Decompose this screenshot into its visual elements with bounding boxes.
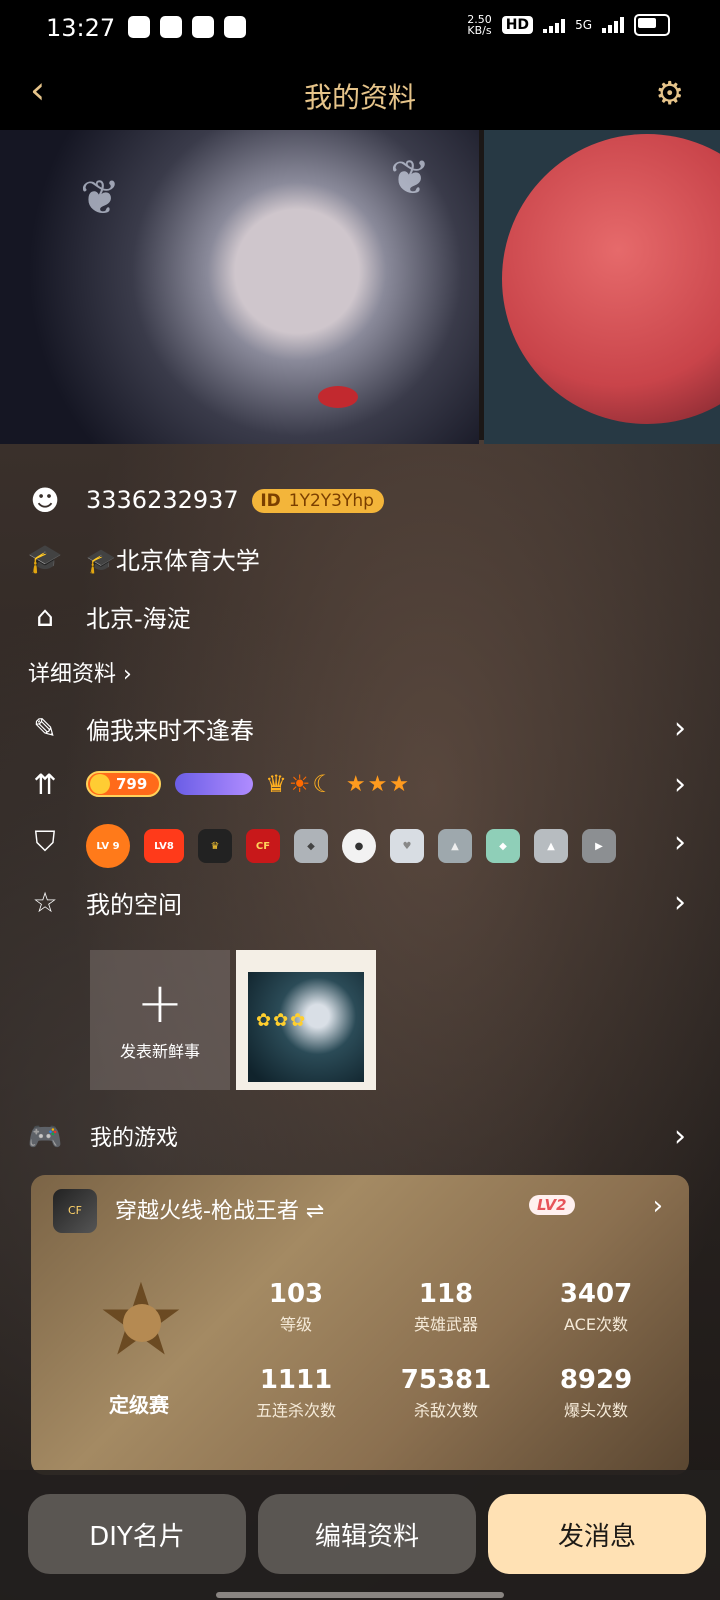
school-name: 北京体育大学 (115, 546, 260, 575)
signal-icon-2 (602, 17, 624, 33)
moon-image (502, 134, 720, 424)
bottom-action-bar: DIY名片 编辑资料 发消息 (0, 1470, 720, 1600)
location-text: 北京-海淀 (86, 604, 191, 633)
game-card[interactable]: CF 穿越火线-枪战王者 ⇌ LV2 › ★ 定级赛 103 等级 118 英雄… (31, 1175, 689, 1475)
location-row: ⌂ 北京-海淀 (0, 590, 720, 642)
svip-badge (175, 773, 254, 795)
mountain-badge-2: ▲ (534, 829, 568, 863)
diy-card-button[interactable]: DIY名片 (28, 1494, 246, 1574)
profile-photo-2[interactable] (484, 130, 720, 444)
browser-icon (192, 16, 214, 38)
chevron-right-icon: › (674, 766, 686, 802)
page-title: 我的资料 (303, 81, 416, 114)
space-label: 我的空间 (86, 890, 182, 919)
qq-number: 3336232937 (86, 486, 239, 514)
rank-label: 定级赛 (109, 1393, 169, 1417)
verified-school-icon: 🎓 (86, 546, 116, 575)
top-nav: ‹ 我的资料 ⚙ (0, 56, 720, 130)
chevron-right-icon: › (674, 884, 686, 920)
wechat-icon (128, 16, 150, 38)
space-row[interactable]: ☆ 我的空间 › (0, 876, 720, 928)
qq-number-row: ☻ 3336232937 ID 1Y2Y3Yhp (0, 474, 720, 526)
stat-item: 8929 爆头次数 (559, 1365, 633, 1420)
chevron-right-icon: › (674, 824, 686, 860)
signal-icon (543, 17, 566, 33)
id-badge[interactable]: ID 1Y2Y3Yhp (252, 489, 384, 513)
games-label: 我的游戏 (90, 1126, 179, 1151)
level-up-icon: ⇈ (33, 767, 57, 801)
bomb-badge: ● (342, 829, 376, 863)
heart-badge: ♥ (390, 829, 424, 863)
coin-badge: 799 (86, 771, 162, 797)
play-badge: ▶ (582, 829, 616, 863)
badge-icon: ⛉ (34, 825, 56, 858)
status-right: 2.50 KB/s HD 5G (467, 14, 670, 36)
space-post-thumbnail[interactable]: ✿✿✿ (236, 950, 376, 1090)
stat-item: 75381 杀敌次数 (400, 1365, 492, 1420)
gem-badge: ◆ (486, 829, 520, 863)
cf-badge: CF (246, 829, 280, 863)
game-name: 穿越火线-枪战王者 ⇌ (115, 1199, 325, 1224)
add-post-label: 发表新鲜事 (119, 1042, 200, 1061)
moon-icon: ☾ (312, 770, 334, 798)
chevron-right-icon: › (674, 710, 686, 746)
butterfly-icon: ❦ (80, 170, 121, 226)
game-level-badge: LV2 (529, 1195, 575, 1215)
mountain-badge: ▲ (438, 829, 472, 863)
stat-item: 118 英雄武器 (413, 1279, 478, 1334)
flower-decoration: ✿✿✿ (256, 1010, 308, 1031)
battery-icon (634, 14, 670, 36)
network-type: 5G (575, 18, 592, 32)
plus-icon: + (136, 971, 184, 1036)
level-row[interactable]: ⇈ 799 ♛ ☀ ☾ ★★★ › (0, 758, 720, 810)
crown-icon: ♛ (265, 770, 287, 798)
tiktok-icon (224, 16, 246, 38)
games-row[interactable]: 🎮 我的游戏 › (0, 1110, 720, 1162)
star-icon: ☆ (32, 885, 58, 919)
star-rating-icons: ★★★ (345, 771, 412, 797)
sun-icon: ☀ (288, 770, 311, 798)
edit-profile-button[interactable]: 编辑资料 (258, 1494, 476, 1574)
send-message-button[interactable]: 发消息 (488, 1494, 706, 1574)
gear-icon[interactable]: ⚙ (655, 74, 684, 112)
school-row[interactable]: 🎓 🎓北京体育大学 (0, 532, 720, 584)
chevron-right-icon: › (674, 1118, 686, 1154)
gamepad-icon: 🎮 (27, 1119, 63, 1153)
stat-item: 103 等级 (268, 1279, 324, 1334)
detail-profile-label: 详细资料 › (28, 662, 132, 687)
stat-item: 1111 五连杀次数 (255, 1365, 336, 1420)
badge-list: LV 9 LV8 ♛ CF ◆ ● ♥ ▲ ◆ ▲ ▶ (86, 824, 616, 868)
video-app-icon (160, 16, 182, 38)
detail-profile-link[interactable]: 详细资料 › (0, 646, 720, 698)
penguin-icon: ☻ (30, 483, 60, 517)
home-indicator[interactable] (216, 1592, 504, 1598)
portrait-lips (318, 386, 358, 408)
penguin-badge: ♛ (198, 829, 232, 863)
silver-badge: ◆ (294, 829, 328, 863)
game-app-icon: CF (53, 1189, 97, 1233)
status-time: 13:27 (46, 14, 116, 42)
lv9-badge: LV 9 (86, 824, 130, 868)
add-post-tile[interactable]: + 发表新鲜事 (90, 950, 230, 1090)
status-bar: 13:27 2.50 KB/s HD 5G (0, 0, 720, 56)
network-rate: 2.50 KB/s (467, 13, 492, 37)
hd-icon: HD (501, 16, 534, 34)
rank-medal-icon: ★ (91, 1270, 191, 1370)
pencil-icon: ✎ (33, 711, 57, 745)
signature-row[interactable]: ✎ 偏我来时不逢春 › (0, 702, 720, 754)
profile-photo-1[interactable]: ❦ ❦ (0, 130, 479, 444)
notification-icons (128, 16, 246, 38)
graduation-cap-icon: 🎓 (27, 541, 63, 575)
stat-item: 3407 ACE次数 (559, 1279, 633, 1334)
chevron-right-icon: › (652, 1191, 663, 1221)
lv8-badge: LV8 (144, 829, 184, 863)
butterfly-icon: ❦ (390, 150, 431, 206)
signature-text: 偏我来时不逢春 (86, 716, 254, 745)
home-icon: ⌂ (36, 599, 54, 633)
